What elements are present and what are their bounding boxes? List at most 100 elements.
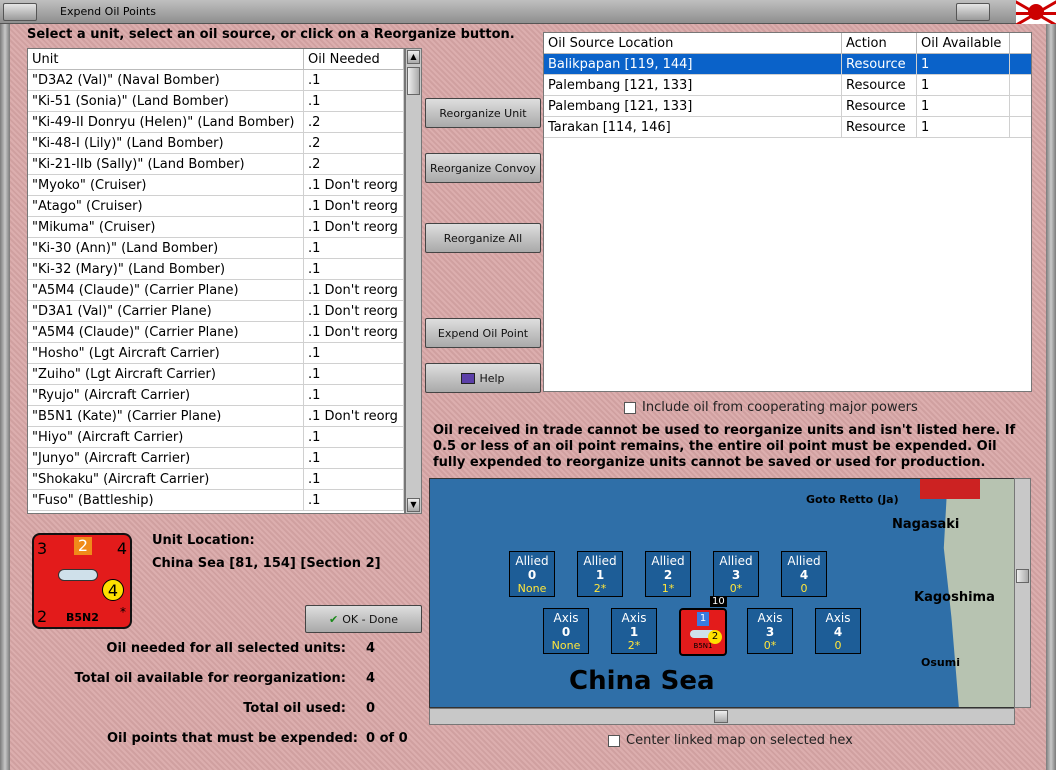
unit-name-cell: "Hiyo" (Aircraft Carrier) — [28, 427, 304, 447]
column-header-oil-available[interactable]: Oil Available — [917, 33, 1010, 53]
oil-needed-cell: .1 Don't reorg — [304, 280, 404, 300]
table-row[interactable]: "Hiyo" (Aircraft Carrier) .1 — [28, 427, 404, 448]
map-vertical-scrollbar[interactable] — [1014, 478, 1031, 708]
ok-done-label: OK - Done — [342, 612, 398, 626]
scroll-down-icon[interactable]: ▼ — [407, 498, 420, 512]
allied-box-3[interactable]: Allied 3 0* — [713, 551, 759, 597]
left-frame — [0, 24, 10, 770]
allied-box-2[interactable]: Allied 2 1* — [645, 551, 691, 597]
allied-box-4[interactable]: Allied 4 0 — [781, 551, 827, 597]
oil-location-cell: Tarakan [114, 146] — [544, 117, 842, 137]
help-button[interactable]: Help — [425, 363, 541, 393]
checkbox-icon[interactable] — [624, 401, 636, 414]
oil-needed-cell: .1 — [304, 70, 404, 90]
china-sea-map[interactable]: Goto Retto (Ja) Nagasaki Kagoshima Osumi… — [429, 478, 1015, 708]
oil-needed-cell: .2 — [304, 133, 404, 153]
center-linked-map-checkbox[interactable]: Center linked map on selected hex — [608, 733, 853, 748]
expend-oil-point-button[interactable]: Expend Oil Point — [425, 318, 541, 348]
unit-name-cell: "Ki-30 (Ann)" (Land Bomber) — [28, 238, 304, 258]
table-row[interactable]: "Ki-32 (Mary)" (Land Bomber) .1 — [28, 259, 404, 280]
unit-name-cell: "Hosho" (Lgt Aircraft Carrier) — [28, 343, 304, 363]
selected-unit-counter[interactable]: 1 2 B5N1 — [679, 608, 727, 656]
scroll-thumb[interactable] — [407, 67, 420, 95]
counter-name: B5N2 — [66, 611, 99, 624]
column-header-action[interactable]: Action — [842, 33, 917, 53]
table-row[interactable]: "Hosho" (Lgt Aircraft Carrier) .1 — [28, 343, 404, 364]
table-row[interactable]: Balikpapan [119, 144] Resource 1 — [544, 54, 1031, 75]
allied-box-1[interactable]: Allied 1 2* — [577, 551, 623, 597]
unit-location-label: Unit Location: — [152, 533, 255, 548]
checkmark-icon: ✔ — [329, 612, 339, 626]
unit-name-cell: "Ki-51 (Sonia)" (Land Bomber) — [28, 91, 304, 111]
unit-name-cell: "Fuso" (Battleship) — [28, 490, 304, 510]
reorganize-all-button[interactable]: Reorganize All — [425, 223, 541, 253]
unit-name-cell: "D3A1 (Val)" (Carrier Plane) — [28, 301, 304, 321]
counter-top-middle: 2 — [74, 537, 92, 555]
system-menu-button[interactable] — [3, 3, 37, 21]
counter-top-left: 3 — [37, 539, 48, 558]
scroll-up-icon[interactable]: ▲ — [407, 50, 420, 64]
column-header-oil-source[interactable]: Oil Source Location — [544, 33, 842, 53]
oil-needed-cell: .1 Don't reorg — [304, 301, 404, 321]
table-row[interactable]: "A5M4 (Claude)" (Carrier Plane) .1 Don't… — [28, 280, 404, 301]
total-oil-used-value: 0 — [366, 701, 376, 716]
table-row[interactable]: "Shokaku" (Aircraft Carrier) .1 — [28, 469, 404, 490]
table-row[interactable]: "B5N1 (Kate)" (Carrier Plane) .1 Don't r… — [28, 406, 404, 427]
map-v-thumb[interactable] — [1016, 569, 1029, 583]
table-row[interactable]: "Ki-51 (Sonia)" (Land Bomber) .1 — [28, 91, 404, 112]
column-header-unit[interactable]: Unit — [28, 49, 304, 69]
table-row[interactable]: "Junyo" (Aircraft Carrier) .1 — [28, 448, 404, 469]
map-h-thumb[interactable] — [714, 710, 728, 723]
units-scrollbar[interactable]: ▲ ▼ — [405, 48, 422, 514]
include-cooperating-checkbox[interactable]: Include oil from cooperating major power… — [624, 400, 918, 415]
oil-source-table[interactable]: Oil Source Location Action Oil Available… — [543, 32, 1032, 392]
oil-needed-cell: .1 — [304, 238, 404, 258]
axis-box-0[interactable]: Axis 0 None — [543, 608, 589, 654]
units-table-header: Unit Oil Needed — [28, 49, 404, 70]
unit-name-cell: "Shokaku" (Aircraft Carrier) — [28, 469, 304, 489]
unit-name-cell: "Ryujo" (Aircraft Carrier) — [28, 385, 304, 405]
center-linked-label: Center linked map on selected hex — [626, 733, 853, 748]
oil-needed-cell: .1 — [304, 490, 404, 510]
column-header-oil-needed[interactable]: Oil Needed — [304, 49, 404, 69]
table-row[interactable]: "Ki-30 (Ann)" (Land Bomber) .1 — [28, 238, 404, 259]
oil-needed-cell: .2 — [304, 154, 404, 174]
axis-box-4[interactable]: Axis 4 0 — [815, 608, 861, 654]
right-frame — [1046, 24, 1056, 770]
table-row[interactable]: "Atago" (Cruiser) .1 Don't reorg — [28, 196, 404, 217]
table-row[interactable]: "D3A1 (Val)" (Carrier Plane) .1 Don't re… — [28, 301, 404, 322]
checkbox-icon[interactable] — [608, 734, 620, 747]
kagoshima-label: Kagoshima — [914, 590, 995, 605]
axis-box-3[interactable]: Axis 3 0* — [747, 608, 793, 654]
table-row[interactable]: "Myoko" (Cruiser) .1 Don't reorg — [28, 175, 404, 196]
table-row[interactable]: "Ryujo" (Aircraft Carrier) .1 — [28, 385, 404, 406]
table-row[interactable]: "D3A2 (Val)" (Naval Bomber) .1 — [28, 70, 404, 91]
oil-action-cell: Resource — [842, 96, 917, 116]
unit-name-cell: "D3A2 (Val)" (Naval Bomber) — [28, 70, 304, 90]
oil-needed-cell: .1 Don't reorg — [304, 196, 404, 216]
table-row[interactable]: "Fuso" (Battleship) .1 — [28, 490, 404, 511]
oil-available-cell: 1 — [917, 75, 1010, 95]
table-row[interactable]: "A5M4 (Claude)" (Carrier Plane) .1 Don't… — [28, 322, 404, 343]
table-row[interactable]: "Ki-21-IIb (Sally)" (Land Bomber) .2 — [28, 154, 404, 175]
table-row[interactable]: "Ki-48-I (Lily)" (Land Bomber) .2 — [28, 133, 404, 154]
allied-box-0[interactable]: Allied 0 None — [509, 551, 555, 597]
table-row[interactable]: Palembang [121, 133] Resource 1 — [544, 96, 1031, 117]
table-row[interactable]: "Mikuma" (Cruiser) .1 Don't reorg — [28, 217, 404, 238]
unit-name-cell: "Ki-21-IIb (Sally)" (Land Bomber) — [28, 154, 304, 174]
reorganize-unit-button[interactable]: Reorganize Unit — [425, 98, 541, 128]
map-horizontal-scrollbar[interactable] — [429, 708, 1015, 725]
oil-needed-cell: .1 — [304, 343, 404, 363]
minimize-button[interactable] — [956, 3, 990, 21]
units-table[interactable]: Unit Oil Needed "D3A2 (Val)" (Naval Bomb… — [27, 48, 405, 514]
axis-box-1[interactable]: Axis 1 2* — [611, 608, 657, 654]
help-button-label: Help — [479, 371, 505, 385]
table-row[interactable]: Tarakan [114, 146] Resource 1 — [544, 117, 1031, 138]
unit-location-value: China Sea [81, 154] [Section 2] — [152, 556, 381, 571]
reorganize-convoy-button[interactable]: Reorganize Convoy — [425, 153, 541, 183]
ok-done-button[interactable]: ✔ OK - Done — [305, 605, 422, 633]
table-row[interactable]: Palembang [121, 133] Resource 1 — [544, 75, 1031, 96]
title-bar[interactable]: Expend Oil Points — [0, 0, 1056, 24]
table-row[interactable]: "Zuiho" (Lgt Aircraft Carrier) .1 — [28, 364, 404, 385]
table-row[interactable]: "Ki-49-II Donryu (Helen)" (Land Bomber) … — [28, 112, 404, 133]
